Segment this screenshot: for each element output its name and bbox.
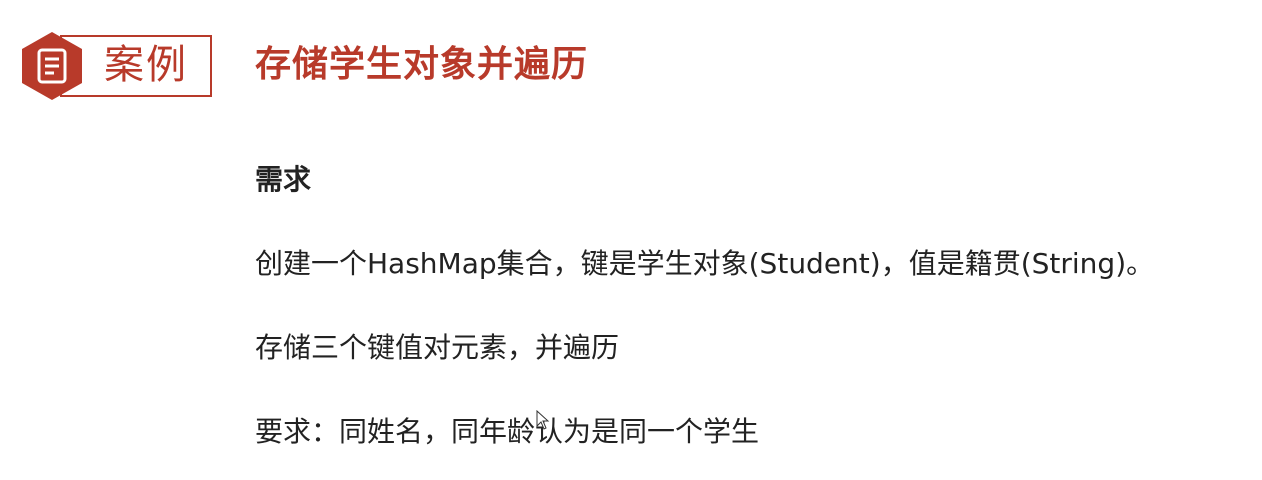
case-badge-label: 案例	[104, 42, 188, 88]
requirements-heading: 需求	[255, 163, 312, 196]
page-title: 存储学生对象并遍历	[255, 44, 589, 85]
case-badge: 案例	[20, 30, 212, 100]
requirement-paragraph-2: 存储三个键值对元素，并遍历	[255, 331, 620, 364]
document-icon	[22, 32, 82, 100]
requirement-paragraph-1: 创建一个HashMap集合，键是学生对象(Student)，值是籍贯(Strin…	[255, 247, 1155, 280]
mouse-pointer-icon	[536, 410, 550, 430]
requirement-paragraph-3: 要求：同姓名，同年龄认为是同一个学生	[255, 415, 760, 448]
